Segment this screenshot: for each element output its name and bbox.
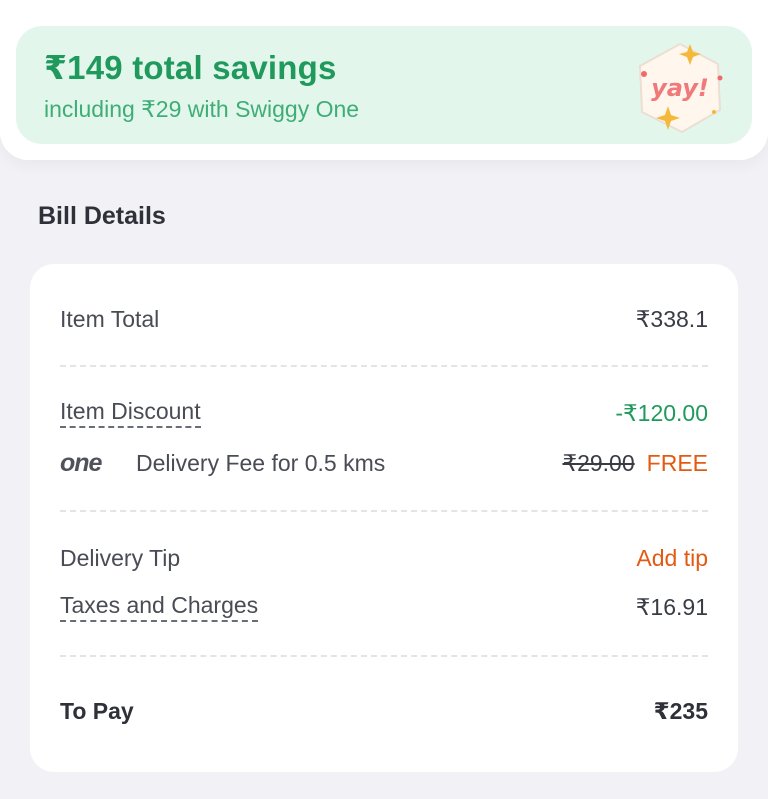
divider	[60, 365, 708, 367]
to-pay-label: To Pay	[60, 698, 134, 724]
yay-badge-text: yay!	[651, 74, 709, 102]
delivery-tip-label: Delivery Tip	[60, 545, 181, 571]
savings-title: ₹149 total savings	[44, 49, 337, 86]
item-total-label: Item Total	[60, 306, 160, 332]
bill-details-heading: Bill Details	[38, 202, 166, 230]
delivery-fee-free: FREE	[646, 450, 708, 476]
item-discount-row: Item Discount -₹120.00	[60, 396, 708, 432]
item-total-row: Item Total ₹338.1	[60, 302, 708, 338]
swiggy-one-logo-icon: one	[60, 449, 102, 477]
delivery-fee-label: Delivery Fee for 0.5 kms	[136, 450, 386, 476]
to-pay-row: To Pay ₹235	[60, 694, 708, 730]
to-pay-value: ₹235	[653, 698, 708, 724]
savings-card: ₹149 total savings including ₹29 with Sw…	[0, 0, 768, 160]
divider	[60, 655, 708, 657]
yay-badge-icon: yay!	[630, 38, 730, 138]
delivery-fee-original: ₹29.00	[562, 450, 635, 476]
delivery-fee-value: ₹29.00 FREE	[562, 446, 708, 480]
item-discount-label[interactable]: Item Discount	[60, 396, 201, 428]
bill-card: Item Total ₹338.1 Item Discount -₹120.00…	[30, 264, 738, 772]
delivery-tip-row: Delivery Tip Add tip	[60, 541, 708, 577]
item-total-value: ₹338.1	[635, 306, 708, 332]
savings-subtitle: including ₹29 with Swiggy One	[44, 96, 360, 122]
savings-banner: ₹149 total savings including ₹29 with Sw…	[16, 26, 752, 144]
taxes-value: ₹16.91	[635, 594, 708, 620]
taxes-row: Taxes and Charges ₹16.91	[60, 590, 708, 626]
taxes-label[interactable]: Taxes and Charges	[60, 590, 259, 622]
divider	[60, 510, 708, 512]
delivery-fee-row: one Delivery Fee for 0.5 kms ₹29.00 FREE	[60, 446, 708, 482]
add-tip-button[interactable]: Add tip	[636, 541, 708, 575]
item-discount-value: -₹120.00	[615, 400, 708, 426]
